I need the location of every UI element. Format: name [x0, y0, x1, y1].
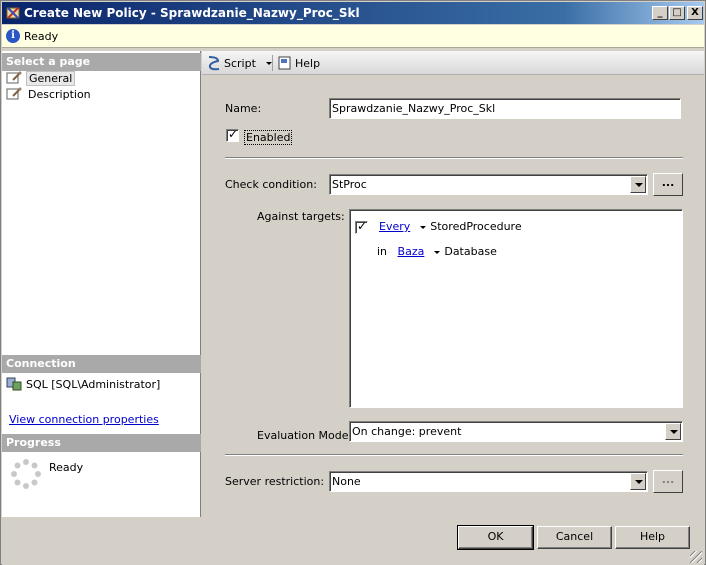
- maximize-button[interactable]: □: [669, 6, 685, 20]
- check-condition-select[interactable]: StProc: [329, 174, 648, 195]
- title-bar[interactable]: Create New Policy - Sprawdzanie_Nazwy_Pr…: [2, 2, 704, 24]
- target-database-text: Database: [444, 245, 497, 258]
- view-connection-properties-link[interactable]: View connection properties: [9, 413, 159, 426]
- chevron-down-icon[interactable]: [665, 423, 681, 440]
- target-type-text: StoredProcedure: [430, 220, 522, 233]
- cancel-button[interactable]: Cancel: [537, 526, 612, 549]
- check-condition-value: StProc: [332, 178, 367, 191]
- page-item-general[interactable]: General: [6, 70, 76, 86]
- server-restriction-value: None: [332, 475, 361, 488]
- select-page-header: Select a page: [2, 53, 201, 71]
- policy-icon: [6, 7, 20, 19]
- separator: [225, 454, 683, 456]
- progress-spinner-icon: [11, 459, 41, 489]
- page-label-description: Description: [28, 87, 91, 101]
- chevron-down-icon[interactable]: [630, 473, 646, 490]
- against-targets-label: Against targets:: [257, 210, 345, 223]
- check-condition-browse-button[interactable]: ...: [653, 173, 683, 196]
- target-row-1: Every StoredProcedure: [379, 220, 522, 233]
- script-icon: [208, 56, 220, 71]
- help-book-icon: [278, 56, 291, 70]
- script-label: Script: [224, 56, 256, 70]
- progress-status: Ready: [49, 461, 84, 474]
- server-restriction-label: Server restriction:: [225, 475, 325, 488]
- help-label: Help: [295, 56, 321, 70]
- page-label-general: General: [26, 70, 76, 86]
- script-button[interactable]: Script: [206, 55, 272, 71]
- status-text: Ready: [24, 30, 59, 43]
- page-wrench-icon: [6, 71, 22, 84]
- chevron-down-icon[interactable]: [265, 61, 272, 65]
- connection-text: SQL [SQL\Administrator]: [26, 377, 161, 391]
- policy-window: Create New Policy - Sprawdzanie_Nazwy_Pr…: [0, 0, 706, 565]
- targets-panel: Every StoredProcedure in Baza Database: [349, 209, 683, 408]
- chevron-down-icon[interactable]: [420, 225, 427, 229]
- check-condition-label: Check condition:: [225, 178, 317, 191]
- toolbar-separator: [272, 55, 273, 71]
- evaluation-mode-value: On change: prevent: [352, 425, 462, 438]
- name-input[interactable]: Sprawdzanie_Nazwy_Proc_Skl: [329, 98, 681, 119]
- server-restriction-select[interactable]: None: [329, 471, 648, 492]
- evaluation-mode-select[interactable]: On change: prevent: [349, 421, 683, 442]
- close-button[interactable]: X: [687, 6, 703, 20]
- enabled-checkbox[interactable]: [226, 127, 239, 142]
- progress-header: Progress: [2, 434, 201, 452]
- evaluation-mode-label: Evaluation Mode:: [257, 429, 353, 442]
- enabled-label[interactable]: Enabled: [244, 130, 293, 145]
- separator: [225, 157, 683, 159]
- dialog-button-bar: OK Cancel Help: [2, 517, 704, 565]
- server-connection-icon: [6, 377, 22, 391]
- target-row-2: in Baza Database: [377, 245, 497, 258]
- target-baza-link[interactable]: Baza: [398, 245, 425, 258]
- name-label: Name:: [225, 102, 262, 115]
- chevron-down-icon[interactable]: [434, 250, 441, 254]
- chevron-down-icon[interactable]: [630, 176, 646, 193]
- page-item-description[interactable]: Description: [6, 86, 93, 102]
- help-button[interactable]: Help: [615, 526, 690, 549]
- target-every-link[interactable]: Every: [379, 220, 410, 233]
- status-bar: i Ready: [2, 25, 704, 48]
- general-page-content: Name: Sprawdzanie_Nazwy_Proc_Skl Enabled…: [202, 76, 704, 517]
- ok-button[interactable]: OK: [457, 525, 534, 550]
- server-restriction-browse-button[interactable]: ...: [653, 470, 683, 493]
- target-every-checkbox[interactable]: [355, 219, 368, 234]
- help-toolbar-button[interactable]: Help: [277, 55, 320, 71]
- page-wrench-icon: [6, 87, 22, 100]
- target-in-text: in: [377, 245, 388, 258]
- info-icon: i: [6, 29, 20, 43]
- left-pane: Select a page General Description Connec…: [2, 51, 201, 517]
- toolbar: Script Help: [202, 51, 704, 75]
- connection-info: SQL [SQL\Administrator]: [6, 376, 160, 392]
- window-title: Create New Policy - Sprawdzanie_Nazwy_Pr…: [24, 6, 360, 20]
- resize-grip-icon[interactable]: [690, 551, 702, 563]
- connection-header: Connection: [2, 355, 201, 373]
- minimize-button[interactable]: _: [652, 6, 668, 20]
